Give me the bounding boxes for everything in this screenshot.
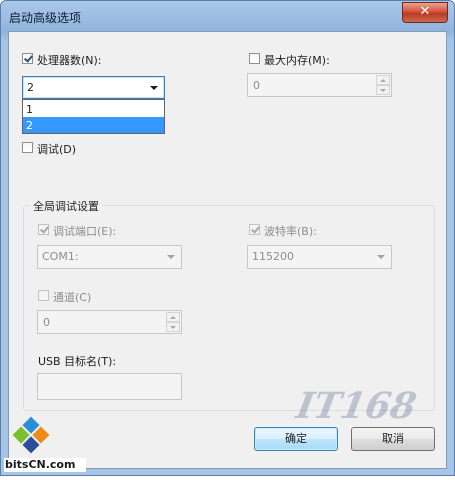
debug-label: 调试(D): [37, 143, 77, 156]
close-button[interactable]: ✕: [402, 2, 448, 23]
processors-dropdown-list: 1 2: [22, 99, 165, 134]
processors-label: 处理器数(N):: [37, 54, 102, 67]
baud-rate-label: 波特率(B):: [264, 225, 317, 238]
processors-option-1[interactable]: 1: [23, 101, 164, 117]
ok-button[interactable]: 确定: [254, 427, 338, 451]
max-memory-value: 0: [253, 79, 260, 92]
max-memory-spinbox[interactable]: 0: [247, 73, 392, 97]
channel-spinbox[interactable]: 0: [37, 310, 182, 334]
spin-up-icon[interactable]: [166, 312, 180, 322]
dialog-title: 启动高级选项: [9, 11, 82, 25]
channel-label: 通道(C): [53, 291, 92, 304]
baud-rate-combobox[interactable]: 115200: [247, 245, 392, 269]
dialog-window: 启动高级选项 ✕ 处理器数(N): 2 1 2 最大内存(M): 0 调试(D): [0, 0, 455, 476]
channel-value: 0: [43, 316, 50, 329]
channel-checkbox[interactable]: [38, 290, 49, 301]
title-bar[interactable]: 启动高级选项 ✕: [1, 1, 454, 31]
close-icon: ✕: [419, 4, 431, 19]
usb-target-label: USB 目标名(T):: [38, 355, 117, 368]
bitscn-site-text: bitsCN.com: [5, 458, 76, 471]
max-memory-checkbox[interactable]: [249, 53, 260, 64]
processors-selected-value: 2: [27, 81, 34, 94]
processors-option-2[interactable]: 2: [23, 117, 164, 133]
debug-port-checkbox[interactable]: [38, 224, 49, 235]
spin-down-icon[interactable]: [166, 322, 180, 332]
baud-rate-value: 115200: [252, 250, 294, 263]
usb-target-input[interactable]: [37, 373, 182, 400]
baud-rate-checkbox[interactable]: [249, 224, 260, 235]
debug-port-combobox[interactable]: COM1:: [37, 245, 182, 269]
processors-combobox[interactable]: 2: [22, 76, 165, 99]
chevron-down-icon: [167, 255, 175, 259]
debug-checkbox[interactable]: [22, 142, 33, 153]
spin-down-icon[interactable]: [376, 85, 390, 95]
debug-port-value: COM1:: [42, 250, 79, 263]
processors-checkbox[interactable]: [22, 53, 33, 64]
cancel-button[interactable]: 取消: [351, 427, 435, 451]
max-memory-label: 最大内存(M):: [264, 54, 330, 67]
chevron-down-icon: [150, 86, 158, 90]
global-debug-title: 全局调试设置: [30, 198, 102, 214]
it168-watermark: IT168: [293, 385, 420, 427]
chevron-down-icon: [377, 255, 385, 259]
debug-port-label: 调试端口(E):: [53, 225, 117, 238]
spin-up-icon[interactable]: [376, 75, 390, 85]
bitscn-logo: bitsCN.com: [1, 413, 91, 477]
